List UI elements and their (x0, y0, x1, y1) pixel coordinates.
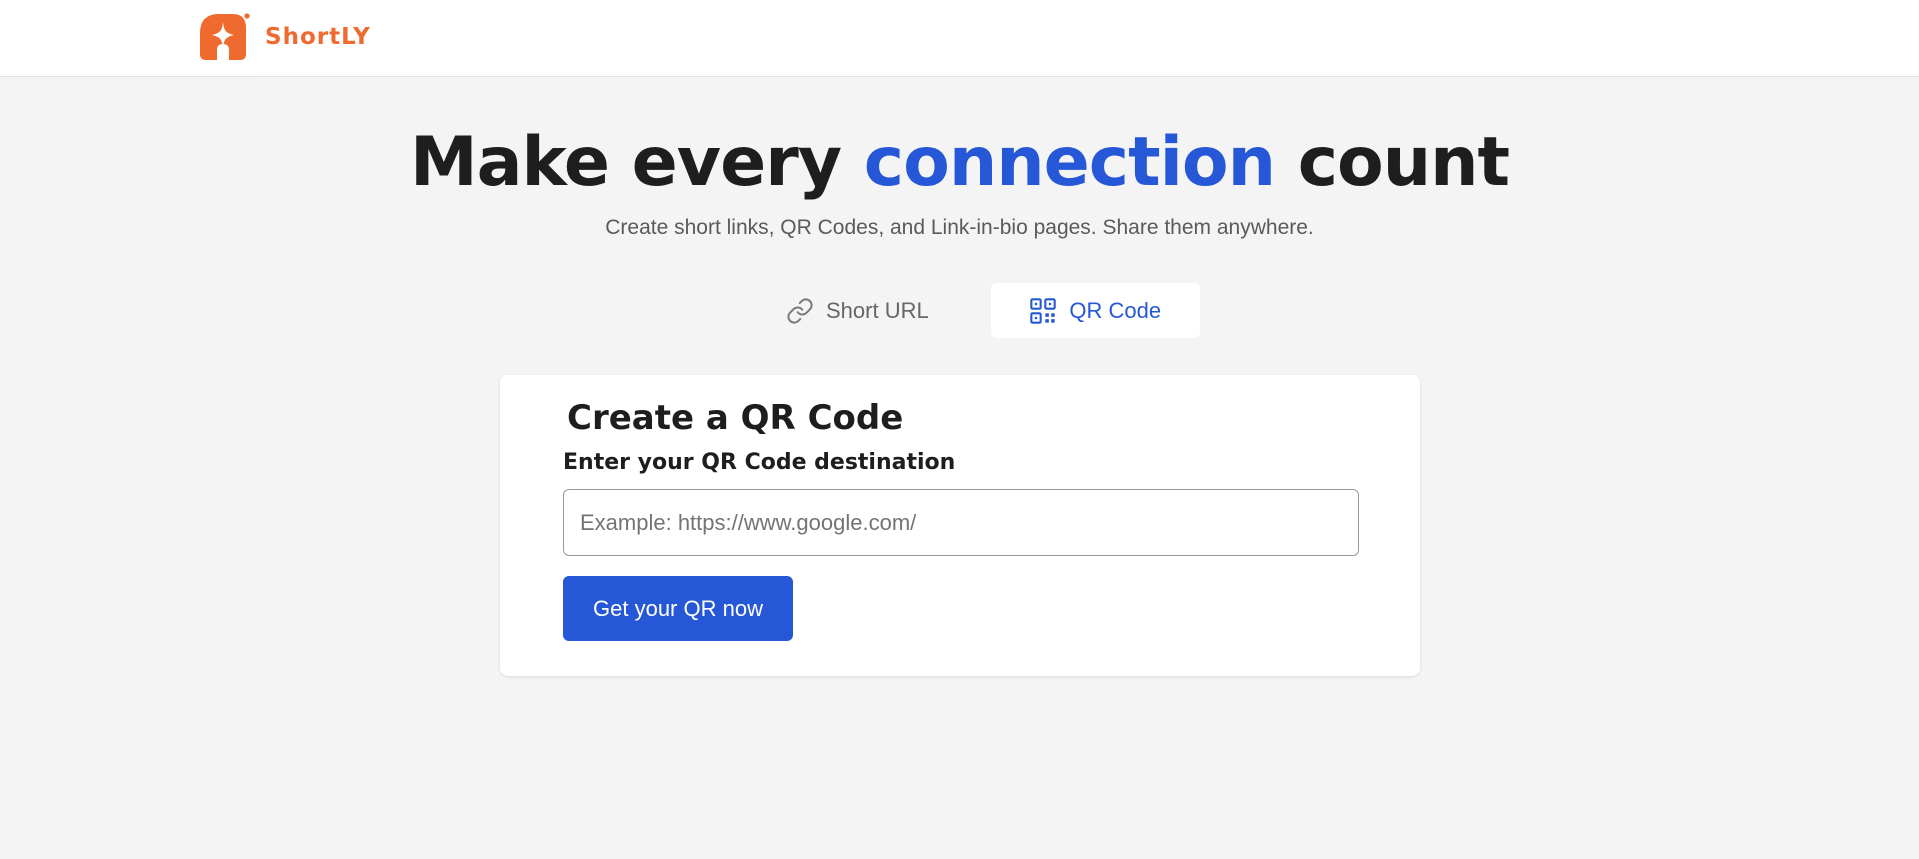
tab-qr-code-label: QR Code (1069, 297, 1162, 323)
tab-qr-code[interactable]: QR Code (990, 283, 1200, 338)
get-qr-button[interactable]: Get your QR now (563, 576, 793, 641)
destination-url-input[interactable] (563, 489, 1359, 556)
headline-before: Make every (409, 123, 842, 202)
qr-form-card: Create a QR Code Enter your QR Code dest… (500, 375, 1420, 676)
top-navbar: ShortLY (0, 0, 1919, 77)
headline-accent: connection (863, 123, 1276, 202)
tab-short-url[interactable]: Short URL (758, 283, 957, 338)
mode-tabs: Short URL QR Code (758, 283, 1200, 338)
star-sparkle-logo-icon (200, 13, 250, 60)
page-headline: Make every connection count (0, 122, 1919, 204)
tab-short-url-label: Short URL (826, 297, 929, 323)
destination-label: Enter your QR Code destination (563, 450, 956, 475)
page-subtitle: Create short links, QR Codes, and Link-i… (605, 216, 1314, 239)
link-icon (787, 297, 813, 324)
form-title: Create a QR Code (567, 398, 904, 438)
brand-home-link[interactable]: ShortLY (199, 12, 371, 62)
brand-name: ShortLY (265, 24, 371, 50)
qr-code-icon (1030, 297, 1057, 324)
headline-after: count (1297, 123, 1510, 202)
